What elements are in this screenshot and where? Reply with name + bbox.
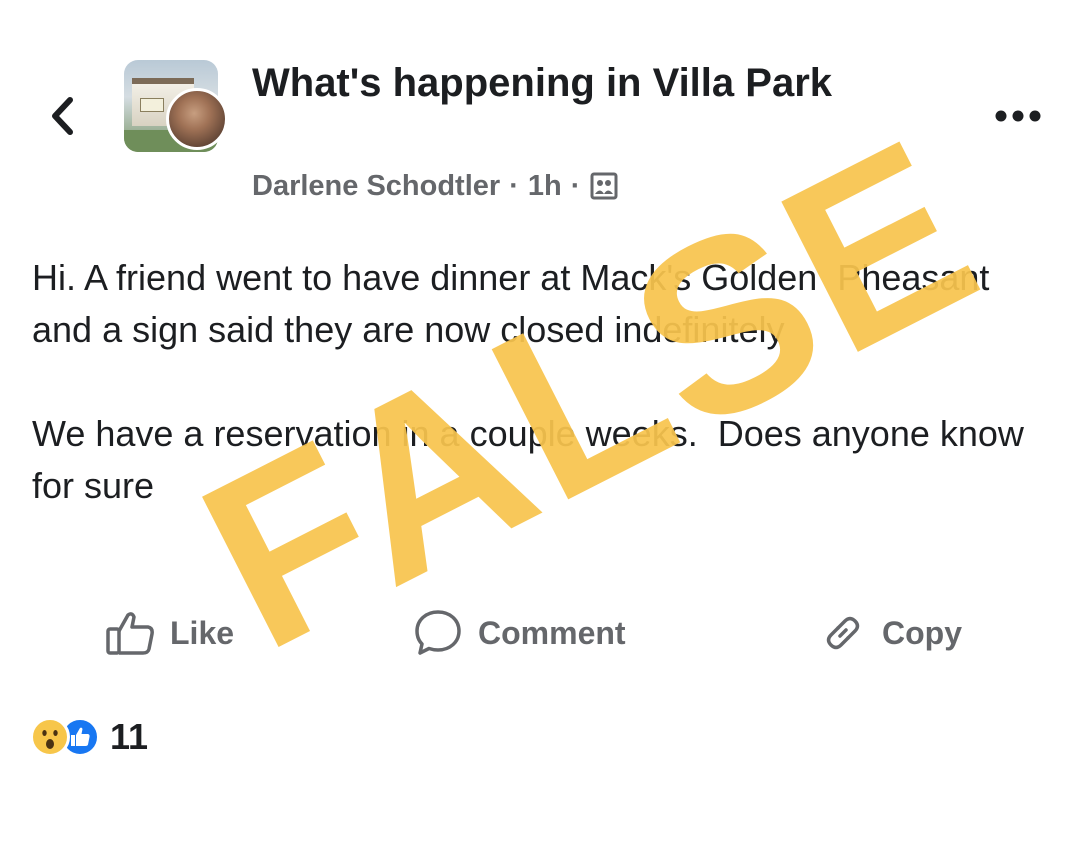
reaction-summary[interactable]: 11 [30,712,148,762]
like-button[interactable]: Like [104,604,234,662]
group-name[interactable]: What's happening in Villa Park [252,58,892,108]
post-action-bar: Like Comment Copy [0,604,1080,662]
meta-separator: · [509,169,519,202]
post-paragraph: We have a reservation in a couple weeks.… [32,413,1034,506]
comment-label: Comment [478,614,626,651]
group-members-icon [590,172,618,200]
post-meta: Darlene Schodtler · 1h · [252,168,619,204]
restaurant-sign-image [140,98,164,112]
meta-separator: · [570,169,581,202]
wow-reaction-icon [30,717,70,757]
more-horizontal-icon [995,110,1041,122]
reaction-count: 11 [110,716,149,757]
like-label: Like [170,614,235,651]
copy-button[interactable]: Copy [818,604,962,662]
thumbs-up-icon [106,612,154,655]
post-paragraph: Hi. A friend went to have dinner at Mack… [32,257,1000,350]
link-icon [826,616,860,650]
copy-label: Copy [882,614,962,651]
more-options-button[interactable] [988,96,1048,136]
author-avatar[interactable] [166,88,228,150]
back-button[interactable] [40,88,84,144]
comment-button[interactable]: Comment [412,604,626,662]
author-name[interactable]: Darlene Schodtler [252,170,500,203]
comment-bubble-icon [415,610,461,655]
post-time[interactable]: 1h [528,170,562,203]
chevron-left-icon [52,97,73,135]
post-text: Hi. A friend went to have dinner at Mack… [32,252,1042,564]
